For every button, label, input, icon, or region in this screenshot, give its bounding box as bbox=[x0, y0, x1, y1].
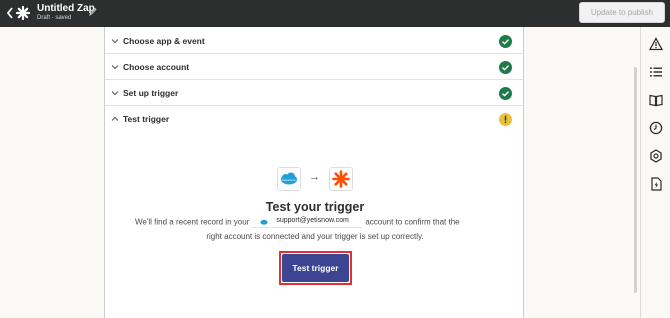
step-choose-account[interactable]: Choose account bbox=[105, 55, 523, 80]
account-email: support@yetisnow.com bbox=[276, 217, 349, 224]
scrollbar[interactable] bbox=[631, 27, 640, 318]
step-label: Choose app & event bbox=[123, 36, 205, 46]
account-chip: support@yetisnow.com bbox=[252, 217, 363, 228]
trigger-steps-card: Choose app & event Choose account Set up… bbox=[104, 27, 524, 318]
warning-circle-icon bbox=[499, 113, 512, 126]
app-connection: salesforce → bbox=[277, 167, 355, 191]
chevron-down-icon bbox=[111, 39, 119, 44]
test-trigger-button[interactable]: Test trigger bbox=[282, 254, 349, 282]
step-choose-app-event[interactable]: Choose app & event bbox=[105, 29, 523, 54]
check-circle-icon bbox=[499, 35, 512, 48]
step-label: Test trigger bbox=[123, 114, 170, 124]
check-circle-icon bbox=[499, 61, 512, 74]
chevron-left-icon[interactable] bbox=[5, 5, 15, 21]
scrollbar-thumb[interactable] bbox=[634, 67, 637, 293]
pencil-icon[interactable] bbox=[89, 3, 97, 17]
svg-text:salesforce: salesforce bbox=[282, 178, 296, 182]
chevron-up-icon bbox=[111, 116, 119, 121]
description-text-before: We'll find a recent record in your bbox=[135, 217, 250, 227]
salesforce-icon bbox=[260, 219, 268, 225]
step-test-trigger[interactable]: Test trigger bbox=[105, 107, 523, 132]
salesforce-icon: salesforce bbox=[277, 167, 301, 191]
zap-title[interactable]: Untitled Zap bbox=[37, 3, 95, 14]
top-bar: Untitled Zap Draft · saved Update to pub… bbox=[0, 0, 670, 27]
trigger-description-line2: right account is connected and your trig… bbox=[206, 232, 424, 241]
test-trigger-title: Test your trigger bbox=[265, 200, 365, 214]
settings-gear-icon[interactable] bbox=[649, 149, 663, 163]
list-icon[interactable] bbox=[649, 65, 663, 79]
zapier-icon bbox=[329, 167, 353, 191]
description-text-after: account to confirm that the bbox=[365, 217, 460, 227]
alert-triangle-icon[interactable] bbox=[649, 37, 663, 51]
zap-status: Draft · saved bbox=[37, 15, 72, 21]
file-bolt-icon[interactable] bbox=[649, 177, 663, 191]
zapier-asterisk-icon[interactable] bbox=[15, 5, 31, 21]
book-icon[interactable] bbox=[649, 93, 663, 107]
right-sidebar bbox=[640, 27, 670, 318]
update-to-publish-button[interactable]: Update to publish bbox=[579, 2, 665, 23]
chevron-down-icon bbox=[111, 91, 119, 96]
step-label: Set up trigger bbox=[123, 88, 179, 98]
arrow-right-icon: → bbox=[309, 171, 320, 183]
chevron-down-icon bbox=[111, 65, 119, 70]
check-circle-icon bbox=[499, 87, 512, 100]
clock-icon[interactable] bbox=[649, 121, 663, 135]
step-set-up-trigger[interactable]: Set up trigger bbox=[105, 81, 523, 106]
trigger-description: We'll find a recent record in your suppor… bbox=[135, 217, 460, 228]
step-label: Choose account bbox=[123, 62, 190, 72]
